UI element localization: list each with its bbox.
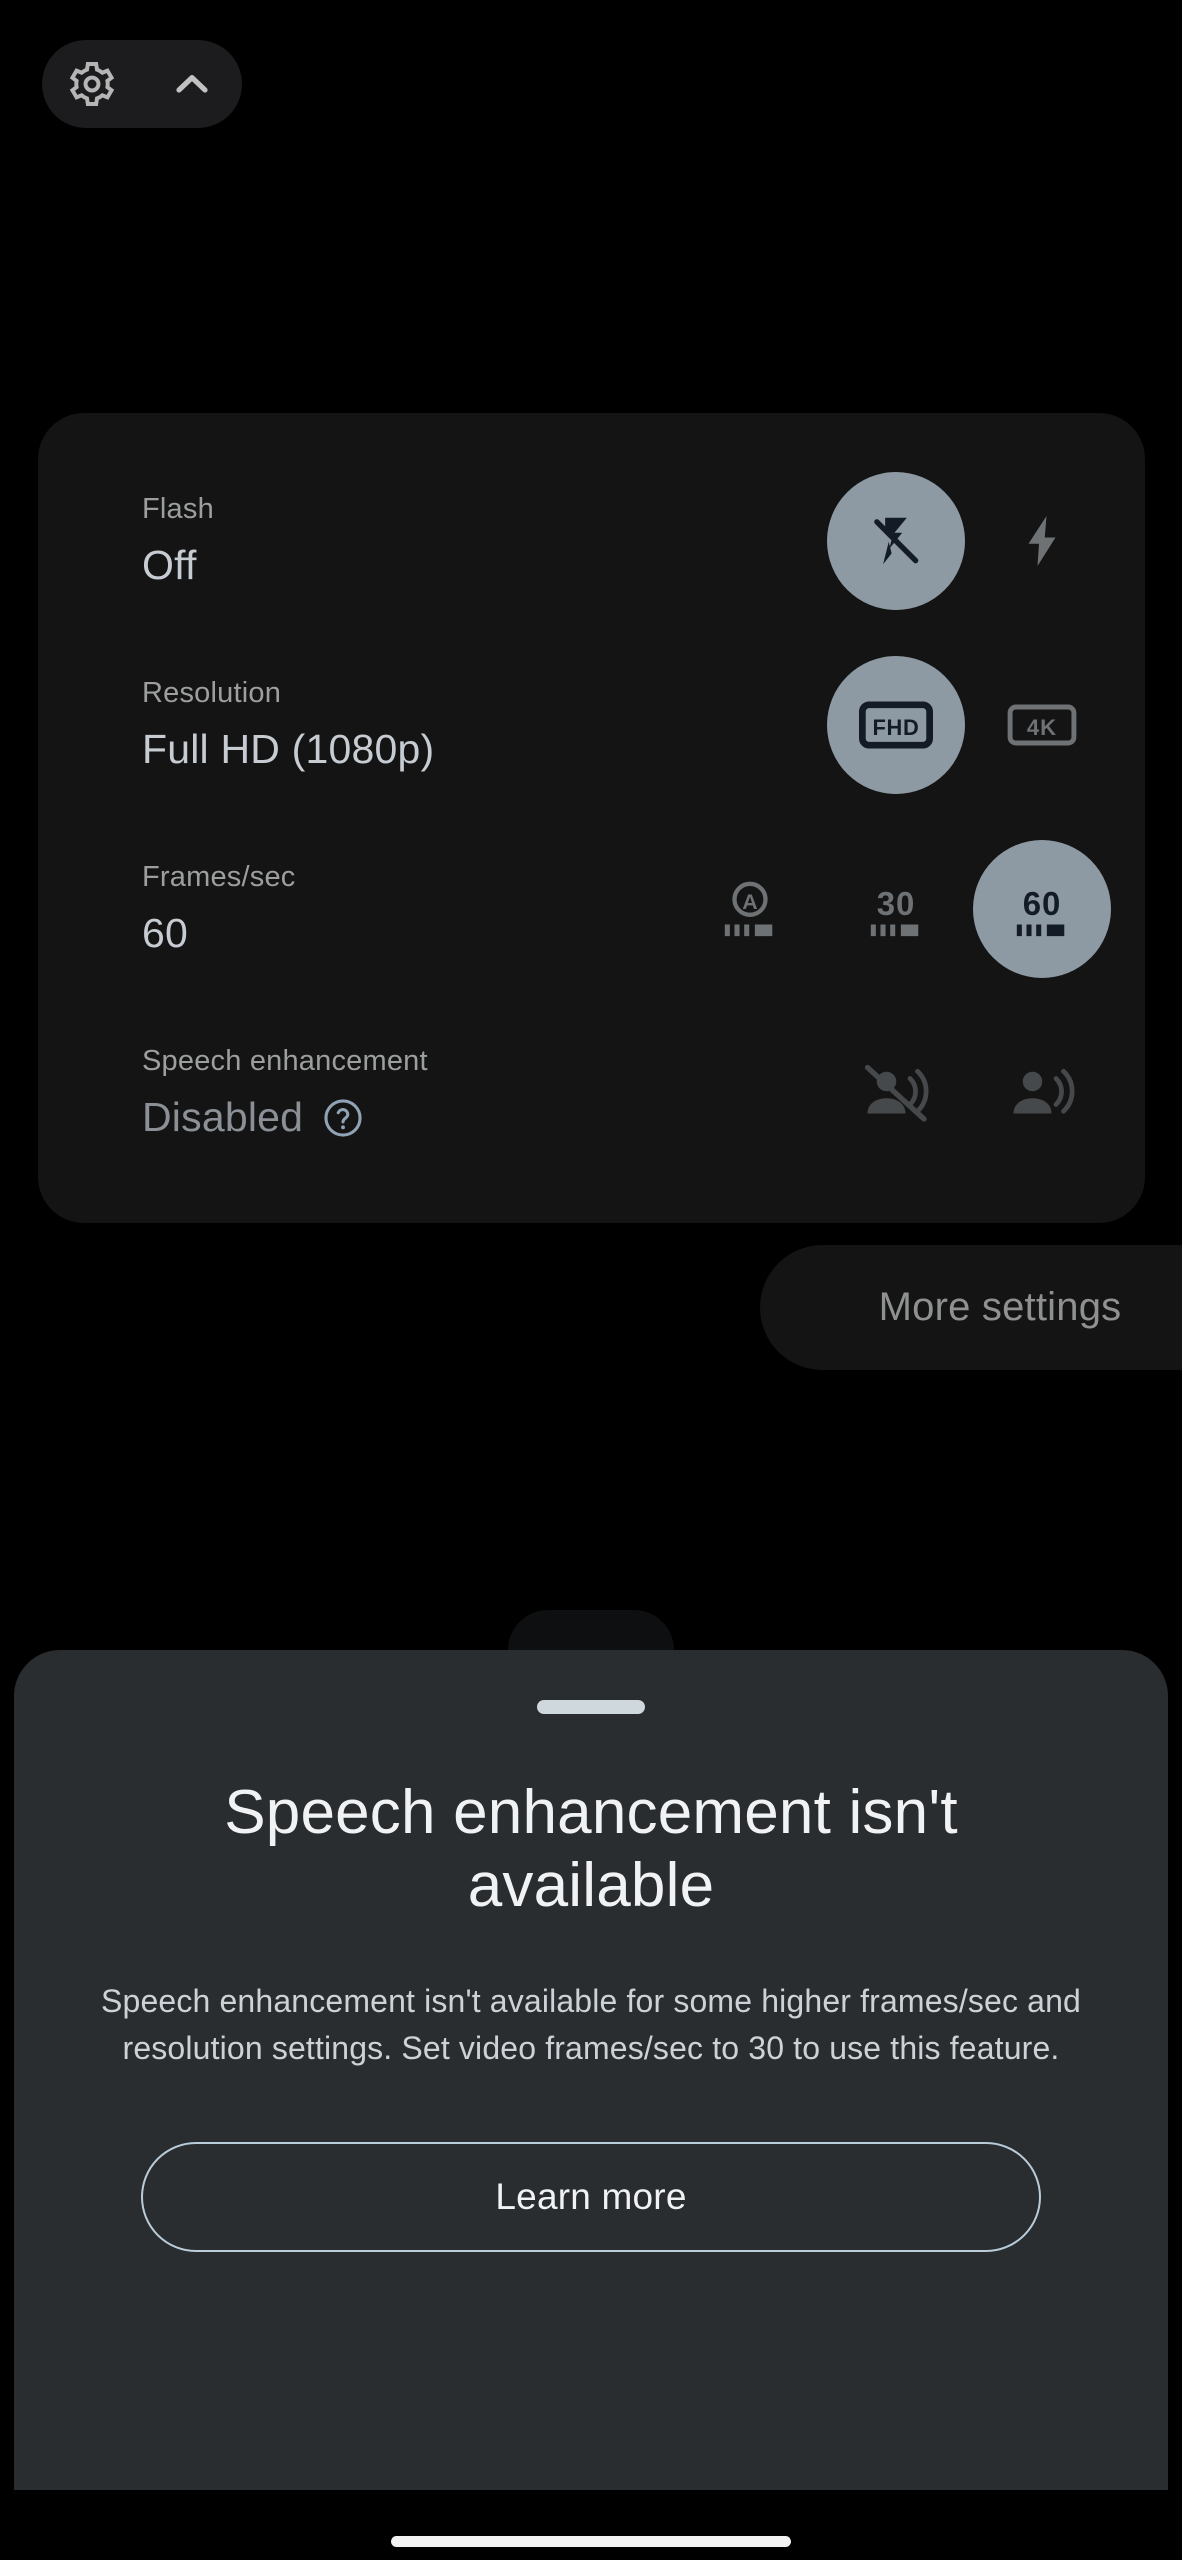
gesture-home-bar[interactable] <box>391 2536 791 2547</box>
camera-settings-card: Flash Off Resolution Full HD (1080p) FHD… <box>38 413 1145 1223</box>
fps-auto-option[interactable]: A <box>681 840 819 978</box>
flash-on-option[interactable] <box>973 472 1111 610</box>
resolution-value: Full HD (1080p) <box>142 726 435 773</box>
flash-options <box>827 472 1111 610</box>
flash-off-option[interactable] <box>827 472 965 610</box>
svg-text:4K: 4K <box>1027 715 1057 740</box>
4k-icon: 4K <box>1006 698 1078 752</box>
gear-icon[interactable] <box>64 56 120 112</box>
resolution-options: FHD 4K <box>827 656 1111 794</box>
svg-text:30: 30 <box>877 885 916 922</box>
speech-off-option[interactable] <box>827 1024 965 1162</box>
speech-texts: Speech enhancement Disabled <box>142 1044 827 1141</box>
fps-30-icon: 30 <box>863 878 929 940</box>
flash-value: Off <box>142 542 197 589</box>
resolution-4k-option[interactable]: 4K <box>973 656 1111 794</box>
resolution-fhd-option[interactable]: FHD <box>827 656 965 794</box>
flash-texts: Flash Off <box>142 492 827 589</box>
setting-row-flash: Flash Off <box>38 449 1145 633</box>
speech-value-wrap: Disabled <box>142 1095 827 1140</box>
speech-value: Disabled <box>142 1094 304 1141</box>
speech-enhancement-bottom-sheet: Speech enhancement isn't available Speec… <box>14 1650 1168 2490</box>
svg-text:60: 60 <box>1023 885 1062 922</box>
speech-on-option[interactable] <box>973 1024 1111 1162</box>
more-settings-button[interactable]: More settings <box>760 1245 1182 1370</box>
fps-label: Frames/sec <box>142 860 296 893</box>
fps-value: 60 <box>142 910 189 957</box>
svg-text:A: A <box>742 890 757 914</box>
setting-row-resolution: Resolution Full HD (1080p) FHD 4K <box>38 633 1145 817</box>
fps-30-option[interactable]: 30 <box>827 840 965 978</box>
help-circle-icon[interactable] <box>321 1096 365 1140</box>
sheet-body: Speech enhancement isn't available for s… <box>101 1983 1081 2067</box>
flash-on-icon <box>1012 511 1072 571</box>
learn-more-button[interactable]: Learn more <box>141 2141 1041 2252</box>
resolution-texts: Resolution Full HD (1080p) <box>142 676 827 773</box>
voice-on-icon <box>1009 1063 1075 1123</box>
system-navigation-bar <box>0 2490 1182 2560</box>
svg-text:FHD: FHD <box>873 715 920 740</box>
speech-options <box>827 1024 1111 1162</box>
fps-60-icon: 60 <box>1009 878 1075 940</box>
resolution-label: Resolution <box>142 676 282 709</box>
chevron-up-icon[interactable] <box>164 56 220 112</box>
fps-60-option[interactable]: 60 <box>973 840 1111 978</box>
setting-row-frames-per-second: Frames/sec 60 A 30 60 <box>38 817 1145 1001</box>
camera-settings-screen: Flash Off Resolution Full HD (1080p) FHD… <box>0 0 1182 2560</box>
quick-settings-pill[interactable] <box>42 40 242 128</box>
more-settings-label: More settings <box>878 1285 1122 1329</box>
fps-texts: Frames/sec 60 <box>142 860 681 957</box>
sheet-title: Speech enhancement isn't available <box>224 1778 958 1921</box>
drag-handle[interactable] <box>537 1700 645 1714</box>
fhd-icon: FHD <box>859 697 933 753</box>
speech-label: Speech enhancement <box>142 1044 428 1077</box>
flash-off-icon <box>865 510 927 572</box>
flash-label: Flash <box>142 492 214 525</box>
voice-off-icon <box>863 1063 929 1123</box>
fps-auto-icon: A <box>717 878 783 940</box>
fps-options: A 30 60 <box>681 840 1111 978</box>
setting-row-speech-enhancement: Speech enhancement Disabled <box>38 1001 1145 1185</box>
